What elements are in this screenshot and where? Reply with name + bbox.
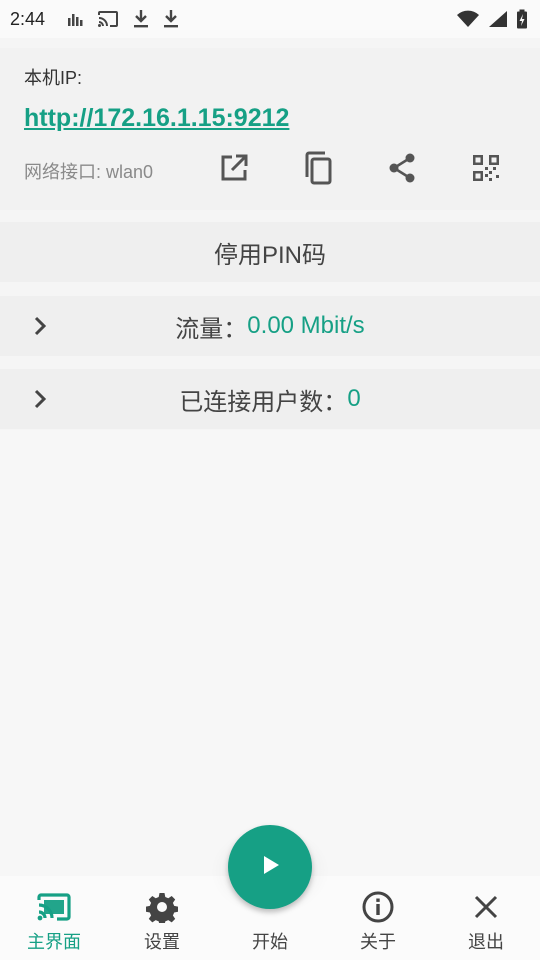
gear-icon [146, 890, 178, 924]
status-right-icons [456, 9, 528, 29]
cast-icon [97, 10, 119, 28]
cast-icon [36, 890, 72, 924]
nav-label-about: 关于 [360, 932, 396, 952]
nav-label-settings: 设置 [144, 932, 180, 952]
disable-pin-label: 停用PIN码 [213, 241, 326, 269]
content-area [0, 430, 540, 876]
wifi-icon [456, 10, 480, 28]
nav-item-exit[interactable]: 退出 [432, 876, 540, 960]
traffic-value: 0.00 Mbit/s [247, 312, 365, 339]
traffic-row[interactable]: 流量： 0.00 Mbit/s [0, 296, 540, 356]
chevron-right-icon[interactable] [32, 388, 48, 417]
copy-icon[interactable] [302, 150, 334, 186]
connected-users-value: 0 [347, 385, 361, 412]
bar-chart-icon [67, 12, 83, 26]
nav-label-exit: 退出 [468, 932, 504, 952]
info-icon [361, 890, 395, 924]
status-time: 2:44 [10, 8, 46, 29]
download-icon [163, 9, 179, 29]
chevron-right-icon[interactable] [32, 315, 48, 344]
nav-label-start: 开始 [252, 932, 288, 952]
status-bar: 2:44 [0, 0, 540, 38]
ip-url-link[interactable]: http://172.16.1.15:9212 [24, 104, 289, 133]
qr-code-icon[interactable] [470, 150, 502, 186]
connected-users-label: 已连接用户数： [179, 388, 348, 416]
ip-card: 本机IP: http://172.16.1.15:9212 网络接口: wlan… [0, 48, 540, 210]
disable-pin-button[interactable]: 停用PIN码 [0, 222, 540, 282]
ip-label: 本机IP: [24, 68, 83, 88]
traffic-label: 流量： [175, 315, 248, 343]
play-icon [259, 853, 281, 881]
network-interface-label: 网络接口: wlan0 [24, 162, 154, 182]
open-external-icon[interactable] [218, 150, 250, 186]
battery-charging-icon [516, 9, 528, 29]
nav-item-about[interactable]: 关于 [324, 876, 432, 960]
start-button[interactable] [228, 825, 312, 909]
nav-item-settings[interactable]: 设置 [108, 876, 216, 960]
share-icon[interactable] [386, 150, 418, 186]
nav-item-home[interactable]: 主界面 [0, 876, 108, 960]
connected-users-row[interactable]: 已连接用户数： 0 [0, 369, 540, 429]
signal-icon [488, 10, 508, 28]
close-icon [472, 890, 500, 924]
status-left-icons [67, 9, 179, 29]
nav-label-home: 主界面 [27, 932, 81, 952]
download-icon [133, 9, 149, 29]
